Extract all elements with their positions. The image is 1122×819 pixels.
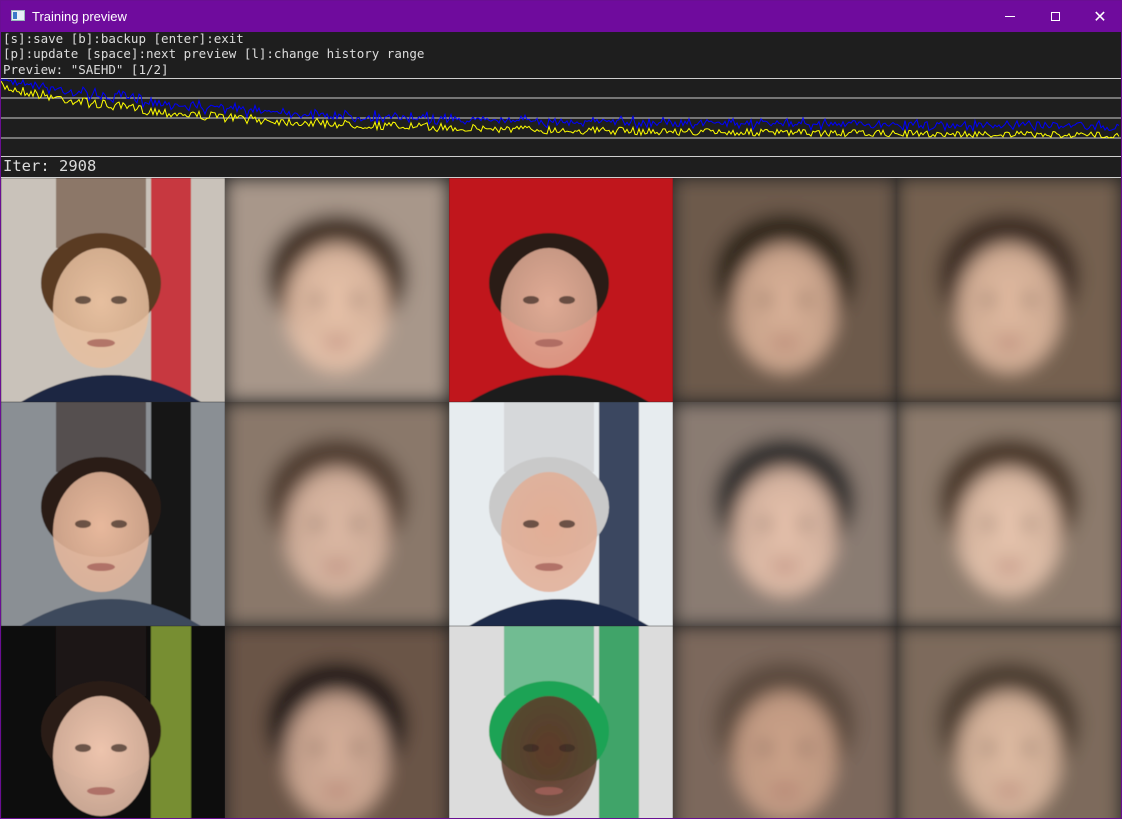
maximize-icon: [1050, 12, 1060, 21]
preview-name-label: Preview: "SAEHD" [1/2]: [3, 62, 169, 77]
maximize-button[interactable]: [1032, 1, 1078, 32]
src-loss-series: [1, 80, 1120, 139]
source-face-tile: [449, 402, 673, 626]
graph-bottom-border: [1, 156, 1121, 157]
predicted-face-tile: [225, 178, 449, 402]
predicted-face-tile: [225, 626, 449, 818]
predicted-face-image: [897, 178, 1121, 402]
source-face-tile: [1, 626, 225, 818]
predicted-face-image: [225, 178, 449, 402]
preview-window-icon: [11, 10, 25, 21]
source-face-tile: [1, 178, 225, 402]
source-face-image: [449, 626, 673, 818]
predicted-face-tile: [225, 402, 449, 626]
predicted-face-image: [225, 402, 449, 626]
close-button[interactable]: ✕: [1077, 1, 1121, 32]
source-face-tile: [1, 402, 225, 626]
predicted-face-tile: [673, 402, 897, 626]
source-face-image: [1, 402, 225, 626]
loss-history-graph: [1, 78, 1121, 139]
preview-canvas: [s]:save [b]:backup [enter]:exit [p]:upd…: [1, 32, 1121, 818]
close-icon: ✕: [1093, 7, 1107, 26]
source-face-image: [449, 402, 673, 626]
predicted-face-tile: [897, 402, 1121, 626]
predicted-face-image: [673, 626, 897, 818]
predicted-face-image: [673, 178, 897, 402]
source-face-image: [1, 178, 225, 402]
predicted-face-tile: [897, 178, 1121, 402]
help-line-keys-update: [p]:update [space]:next preview [l]:chan…: [3, 46, 425, 61]
iteration-counter: Iter: 2908: [3, 157, 97, 175]
window-title: Training preview: [32, 9, 127, 24]
predicted-face-tile: [673, 626, 897, 818]
predicted-face-image: [673, 402, 897, 626]
help-line-keys-save: [s]:save [b]:backup [enter]:exit: [3, 31, 244, 46]
source-face-image: [1, 626, 225, 818]
predicted-face-tile: [897, 626, 1121, 818]
source-face-tile: [449, 178, 673, 402]
predicted-face-image: [225, 626, 449, 818]
minimize-icon: [1005, 16, 1015, 17]
predicted-face-image: [897, 402, 1121, 626]
dst-loss-series: [1, 78, 1120, 133]
training-preview-window: Training preview ✕ [s]:save [b]:backup […: [0, 0, 1122, 819]
predicted-face-tile: [673, 178, 897, 402]
title-bar[interactable]: Training preview ✕: [1, 1, 1121, 32]
minimize-button[interactable]: [987, 1, 1033, 32]
source-face-image: [449, 178, 673, 402]
source-face-tile: [449, 626, 673, 818]
predicted-face-image: [897, 626, 1121, 818]
preview-image-grid: [1, 178, 1121, 818]
